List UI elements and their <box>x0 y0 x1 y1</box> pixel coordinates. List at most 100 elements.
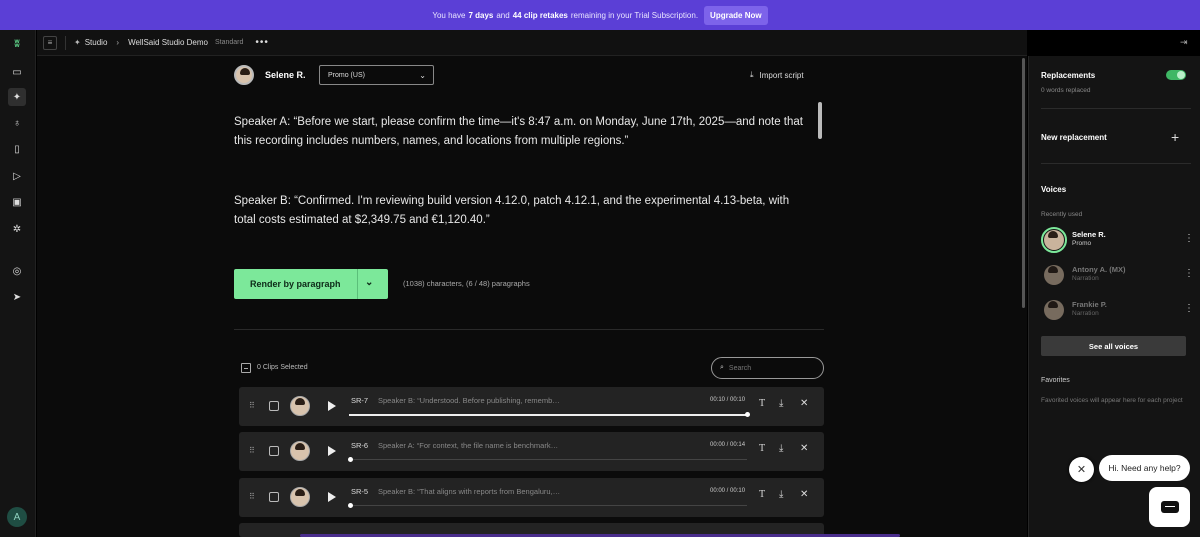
banner-prefix: You have <box>432 10 466 20</box>
mic-icon[interactable]: ♁ <box>8 114 26 132</box>
puzzle-icon[interactable]: ✲ <box>8 220 26 238</box>
close-icon[interactable]: ✕ <box>800 443 808 454</box>
clip-row[interactable]: ⠿ SR-5 Speaker B: “That aligns with repo… <box>239 478 824 517</box>
user-avatar[interactable]: A <box>7 507 27 527</box>
add-replacement-icon[interactable]: + <box>1171 129 1179 145</box>
play-icon[interactable] <box>328 492 336 502</box>
replacements-title: Replacements <box>1041 71 1096 80</box>
drag-handle-icon[interactable]: ⠿ <box>249 401 255 410</box>
chat-greeting[interactable]: Hi. Need any help? <box>1099 455 1190 481</box>
download-icon[interactable]: ⤓ <box>779 489 783 500</box>
close-chat-icon[interactable]: ✕ <box>1069 457 1094 482</box>
banner-retakes: 44 clip retakes <box>512 10 568 20</box>
folder-icon[interactable]: ▭ <box>8 63 26 81</box>
divider <box>1041 163 1191 164</box>
chevron-right-icon: › <box>116 38 120 47</box>
chat-icon <box>1160 501 1179 513</box>
replacements-toggle[interactable] <box>1166 70 1186 80</box>
editor-scrollbar[interactable] <box>818 102 822 139</box>
clip-progress-knob[interactable] <box>348 503 353 508</box>
recently-used-label: Recently used <box>1041 211 1083 218</box>
voice-style: Narration <box>1072 275 1099 282</box>
clip-id: SR-7 <box>351 396 369 405</box>
collapse-panel-icon[interactable]: ⇥ <box>1180 37 1188 48</box>
voice-list-item[interactable]: Antony A. (MX) Narration ⋮ <box>1041 263 1194 289</box>
divider <box>357 269 358 299</box>
import-script-label: Import script <box>759 70 804 80</box>
voice-list-item[interactable]: Frankie P. Narration ⋮ <box>1041 298 1194 324</box>
clip-progress-knob[interactable] <box>348 457 353 462</box>
clip-voice-avatar <box>290 396 310 416</box>
style-select-value: Promo (US) <box>328 71 365 79</box>
close-icon[interactable]: ✕ <box>800 398 808 409</box>
clip-checkbox[interactable] <box>269 446 279 456</box>
studio-waveform-icon: ✦ <box>74 38 81 47</box>
voice-avatar <box>1044 300 1064 320</box>
clip-checkbox[interactable] <box>269 492 279 502</box>
download-icon[interactable]: ⤓ <box>779 443 783 454</box>
divider <box>65 35 66 50</box>
clip-progress-track[interactable] <box>349 412 750 417</box>
clip-row[interactable]: ⠿ SR-7 Speaker B: “Understood. Before pu… <box>239 387 824 426</box>
clip-voice-avatar <box>290 487 310 507</box>
kebab-menu-icon[interactable]: ⋮ <box>1184 303 1194 314</box>
clip-progress-knob[interactable] <box>745 412 750 417</box>
script-paragraph[interactable]: Speaker A: “Before we start, please conf… <box>234 113 804 150</box>
script-paragraph[interactable]: Speaker B: “Confirmed. I'm reviewing bui… <box>234 192 804 229</box>
see-all-voices-button[interactable]: See all voices <box>1041 336 1186 356</box>
favorites-title: Favorites <box>1041 377 1070 384</box>
chevron-down-icon[interactable]: ⌄ <box>365 277 373 288</box>
render-by-paragraph-button[interactable]: Render by paragraph ⌄ <box>234 269 388 299</box>
upgrade-now-button[interactable]: Upgrade Now <box>704 5 768 25</box>
import-script-button[interactable]: ⤓ Import script <box>750 70 804 80</box>
banner-suffix: remaining in your Trial Subscription. <box>570 10 699 20</box>
drag-handle-icon[interactable]: ⠿ <box>249 446 255 455</box>
left-rail: ʬ ▭ ✦ ♁ ▯ ▷ ▣ ✲ ◎ ➤ A <box>0 30 36 537</box>
menu-icon[interactable]: ≡ <box>43 35 57 50</box>
divider <box>234 329 824 330</box>
voice-name: Frankie P. <box>1072 300 1107 309</box>
kebab-menu-icon[interactable]: ⋮ <box>1184 268 1194 279</box>
image-icon[interactable]: ▣ <box>8 193 26 211</box>
download-icon[interactable]: ⤓ <box>779 398 783 409</box>
character-count: (1038) characters, (6 / 48) paragraphs <box>403 279 530 288</box>
clip-row[interactable]: ⠿ SR-6 Speaker A: “For context, the file… <box>239 432 824 471</box>
drag-handle-icon[interactable]: ⠿ <box>249 492 255 501</box>
text-icon[interactable]: T <box>759 489 765 500</box>
play-icon[interactable] <box>328 401 336 411</box>
favorites-empty-text: Favorited voices will appear here for ea… <box>1041 397 1183 404</box>
clip-progress-track[interactable] <box>348 503 747 508</box>
download-icon: ⤓ <box>750 70 754 79</box>
send-icon[interactable]: ➤ <box>8 288 26 306</box>
clip-time: 00:00 / 00:14 <box>710 442 746 448</box>
play-icon[interactable] <box>328 446 336 456</box>
search-input[interactable]: ⌕ Search <box>711 357 824 379</box>
more-options-icon[interactable]: ••• <box>255 37 269 48</box>
voice-list-item[interactable]: Selene R. Promo ⋮ <box>1041 227 1194 254</box>
book-icon[interactable]: ▯ <box>8 140 26 158</box>
select-all-checkbox[interactable] <box>241 363 251 373</box>
voice-avatar <box>234 65 254 85</box>
clip-progress-track[interactable] <box>348 457 747 462</box>
breadcrumb-studio[interactable]: ✦ Studio <box>74 38 107 47</box>
text-icon[interactable]: T <box>759 398 765 409</box>
banner-and: and <box>496 10 510 20</box>
clip-progress-fill <box>349 414 747 416</box>
clips-selected-count: 0 Clips Selected <box>257 364 308 371</box>
chat-launcher-button[interactable] <box>1149 487 1190 527</box>
voice-name: Antony A. (MX) <box>1072 265 1126 274</box>
clip-checkbox[interactable] <box>269 401 279 411</box>
text-icon[interactable]: T <box>759 443 765 454</box>
new-replacement-label[interactable]: New replacement <box>1041 133 1107 142</box>
clip-text: Speaker B: “Understood. Before publishin… <box>378 396 560 405</box>
clip-voice-avatar <box>290 441 310 461</box>
waveform-icon[interactable]: ✦ <box>8 88 26 106</box>
page-scrollbar[interactable] <box>1022 58 1025 308</box>
play-icon[interactable]: ▷ <box>8 167 26 185</box>
logo-icon[interactable]: ʬ <box>8 35 26 53</box>
voice-selector[interactable]: Selene R. <box>234 65 306 85</box>
lightbulb-icon[interactable]: ◎ <box>8 262 26 280</box>
kebab-menu-icon[interactable]: ⋮ <box>1184 233 1194 244</box>
style-select[interactable]: Promo (US) ⌄ <box>319 65 434 85</box>
close-icon[interactable]: ✕ <box>800 489 808 500</box>
